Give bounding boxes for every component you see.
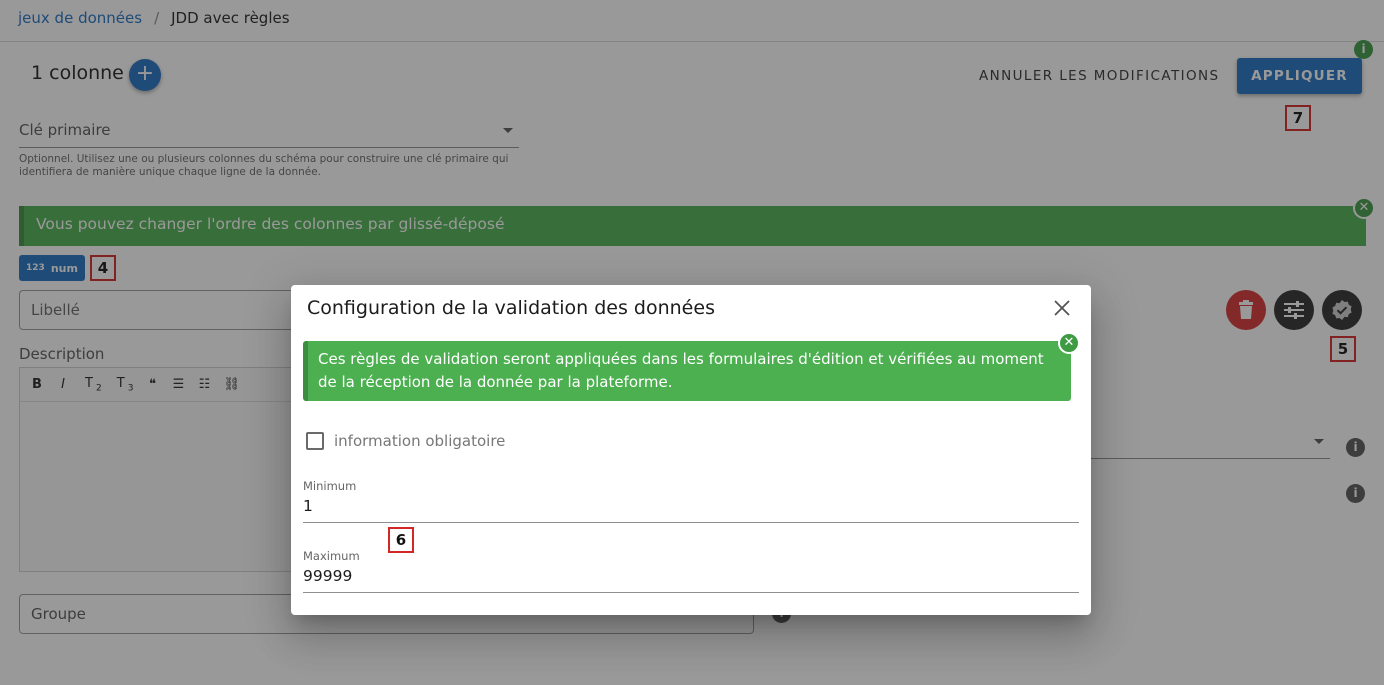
close-icon[interactable]: ✕ [1058,332,1080,354]
validation-info-text: Ces règles de validation seront appliqué… [318,350,1044,391]
maximum-value[interactable]: 99999 [303,567,352,585]
dialog-close-button[interactable] [1051,297,1073,319]
maximum-label: Maximum [303,549,360,563]
minimum-label: Minimum [303,479,357,493]
dialog-title: Configuration de la validation des donné… [307,297,715,319]
close-icon [1054,300,1070,316]
maximum-field[interactable]: Maximum 99999 [303,549,1079,593]
validation-config-dialog: Configuration de la validation des donné… [291,285,1091,615]
required-checkbox[interactable] [306,432,324,450]
validation-info-alert: Ces règles de validation seront appliqué… [303,341,1071,401]
minimum-value[interactable]: 1 [303,497,313,515]
minimum-field[interactable]: Minimum 1 [303,479,1079,523]
required-checkbox-label[interactable]: information obligatoire [334,432,505,450]
